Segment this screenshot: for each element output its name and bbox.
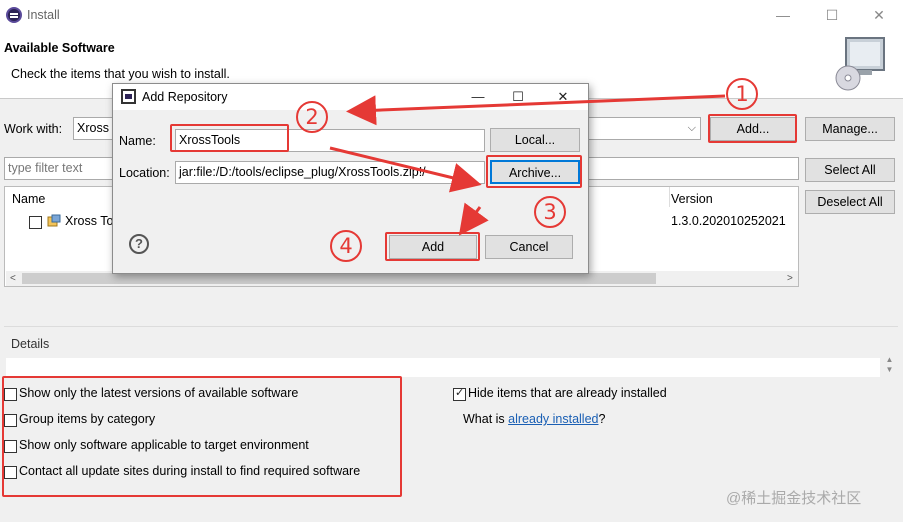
step-marker-4: 4 bbox=[330, 230, 362, 262]
close-button[interactable]: ✕ bbox=[864, 4, 894, 26]
eclipse-icon bbox=[6, 7, 22, 23]
already-installed-link[interactable]: already installed bbox=[508, 412, 598, 426]
minimize-button[interactable]: — bbox=[768, 4, 798, 26]
column-header-name[interactable]: Name bbox=[12, 192, 45, 206]
chevron-down-icon: ⌵ bbox=[687, 122, 696, 134]
scroll-right-icon[interactable]: > bbox=[787, 271, 793, 286]
eclipse-window-icon bbox=[121, 89, 136, 104]
help-icon[interactable]: ? bbox=[129, 234, 149, 254]
option-label: Hide items that are already installed bbox=[468, 386, 667, 400]
what-is-installed: What is already installed? bbox=[463, 412, 605, 426]
column-header-version[interactable]: Version bbox=[671, 192, 713, 206]
highlight-archive bbox=[486, 155, 582, 188]
highlight-name-field bbox=[170, 124, 289, 152]
dialog-cancel-button[interactable]: Cancel bbox=[485, 235, 573, 259]
row-checkbox[interactable] bbox=[29, 216, 42, 229]
page-description: Check the items that you wish to install… bbox=[11, 67, 230, 81]
column-divider[interactable] bbox=[669, 187, 670, 207]
watermark: @稀土掘金技术社区 bbox=[726, 490, 862, 507]
scrollbar-thumb[interactable] bbox=[22, 273, 656, 284]
details-group: Details ▲ ▼ bbox=[4, 326, 898, 382]
window-titlebar: Install — ☐ ✕ bbox=[0, 0, 903, 30]
location-label: Location: bbox=[119, 166, 170, 180]
feature-icon bbox=[47, 214, 61, 228]
dialog-titlebar: Add Repository — ☐ ✕ bbox=[113, 84, 588, 110]
step-marker-2: 2 bbox=[296, 101, 328, 133]
highlight-options bbox=[2, 376, 402, 497]
window-title: Install bbox=[27, 8, 60, 22]
name-label: Name: bbox=[119, 134, 156, 148]
details-text-area[interactable] bbox=[6, 358, 880, 377]
dialog-minimize-button[interactable]: — bbox=[464, 86, 492, 108]
select-all-button[interactable]: Select All bbox=[805, 158, 895, 182]
option-checkbox-checked[interactable] bbox=[453, 386, 466, 401]
row-version: 1.3.0.202010252021 bbox=[671, 214, 786, 228]
highlight-add-confirm bbox=[385, 232, 480, 261]
step-marker-1: 1 bbox=[726, 78, 758, 110]
install-banner-icon bbox=[835, 37, 885, 91]
dialog-close-button[interactable]: ✕ bbox=[549, 86, 577, 108]
manage-button[interactable]: Manage... bbox=[805, 117, 895, 141]
step-marker-3: 3 bbox=[534, 196, 566, 228]
details-title: Details bbox=[11, 337, 50, 351]
details-scrollbar[interactable]: ▲ ▼ bbox=[881, 355, 898, 383]
dialog-maximize-button[interactable]: ☐ bbox=[504, 86, 532, 108]
work-with-label: Work with: bbox=[4, 122, 63, 136]
row-name: Xross To bbox=[65, 214, 114, 228]
maximize-button[interactable]: ☐ bbox=[817, 4, 847, 26]
what-is-suffix: ? bbox=[598, 412, 606, 426]
deselect-all-button[interactable]: Deselect All bbox=[805, 190, 895, 214]
what-is-prefix: What is bbox=[463, 412, 509, 426]
page-title: Available Software bbox=[4, 41, 115, 55]
highlight-add-site bbox=[708, 114, 797, 143]
dialog-title: Add Repository bbox=[142, 90, 228, 104]
location-input[interactable]: jar:file:/D:/tools/eclipse_plug/XrossToo… bbox=[175, 161, 485, 184]
local-button[interactable]: Local... bbox=[490, 128, 580, 152]
filter-placeholder: type filter text bbox=[8, 161, 83, 175]
scroll-left-icon[interactable]: < bbox=[10, 271, 16, 286]
work-with-value: Xross bbox=[77, 121, 109, 135]
